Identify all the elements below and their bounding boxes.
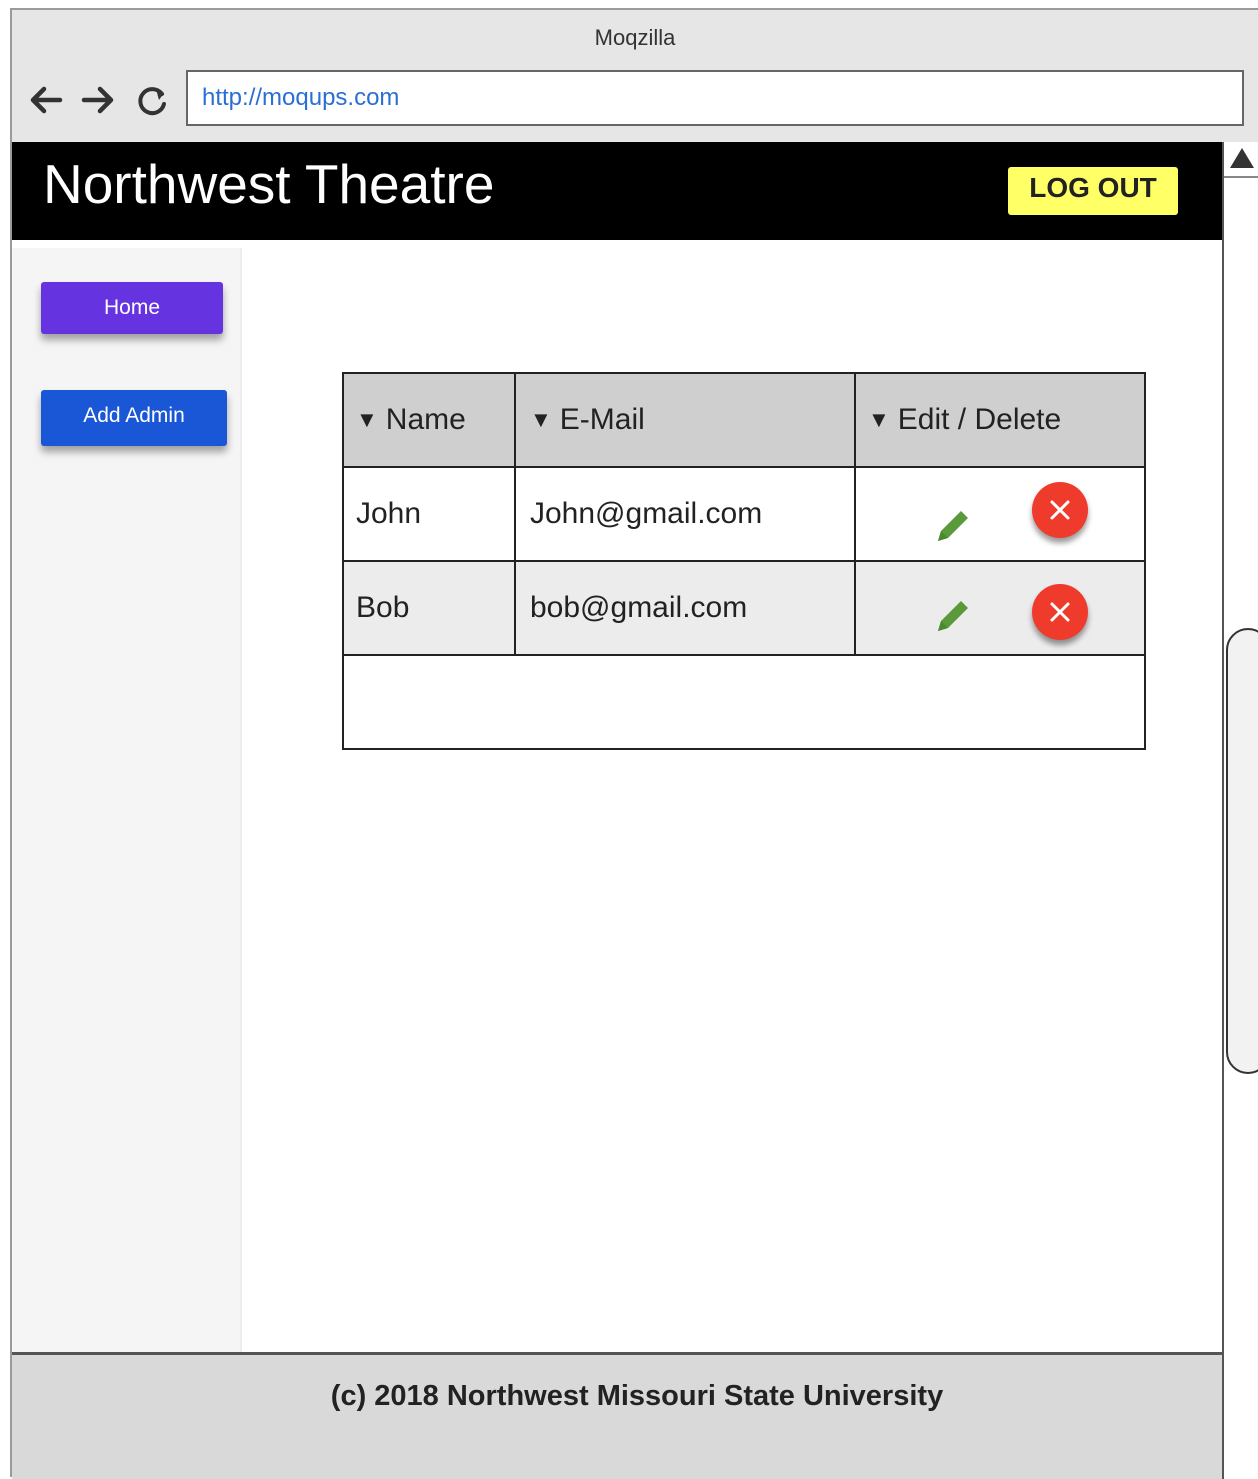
actions-cell <box>856 468 1144 560</box>
sidebar-item-home[interactable]: Home <box>41 282 223 334</box>
page-viewport: Northwest Theatre LOG OUT Home Add Admin… <box>12 142 1222 1479</box>
column-label: Edit / Delete <box>897 403 1062 436</box>
url-field[interactable]: http://moqups.com <box>186 70 1244 126</box>
table-row: Bob bob@gmail.com <box>344 562 1144 656</box>
arrow-left-icon[interactable] <box>26 80 66 120</box>
column-label: Name <box>385 403 466 436</box>
close-circle-icon[interactable] <box>1032 584 1088 640</box>
vertical-scrollbar[interactable] <box>1222 142 1258 1479</box>
column-label: E-Mail <box>559 403 645 436</box>
email-cell: John@gmail.com <box>516 468 856 560</box>
pencil-icon[interactable] <box>930 494 976 541</box>
arrow-right-icon[interactable] <box>78 80 118 120</box>
admin-table: ▼ Name ▼ E-Mail ▼ Edit / Delete John John@g… <box>342 372 1146 750</box>
sidebar: Home Add Admin <box>12 248 242 1352</box>
browser-window: Moqzilla http://moqups.com Northwest The… <box>10 8 1258 1479</box>
site-title: Northwest Theatre <box>43 153 495 215</box>
site-footer: (c) 2018 Northwest Missouri State Univer… <box>12 1352 1222 1479</box>
column-header-email[interactable]: ▼ E-Mail <box>516 374 856 466</box>
arrow-up-icon <box>1230 148 1254 168</box>
sort-down-icon: ▼ <box>530 407 552 432</box>
table-header-row: ▼ Name ▼ E-Mail ▼ Edit / Delete <box>344 374 1144 468</box>
pencil-icon[interactable] <box>930 584 976 631</box>
window-title: Moqzilla <box>594 25 676 50</box>
copyright-text: (c) 2018 Northwest Missouri State Univer… <box>330 1380 944 1412</box>
name-cell: Bob <box>344 562 516 654</box>
email-cell: bob@gmail.com <box>516 562 856 654</box>
sort-down-icon: ▼ <box>356 407 378 432</box>
site-header: Northwest Theatre LOG OUT <box>12 142 1222 240</box>
column-header-edit-delete[interactable]: ▼ Edit / Delete <box>856 374 1144 466</box>
table-row: John John@gmail.com <box>344 468 1144 562</box>
scroll-thumb[interactable] <box>1226 628 1258 1074</box>
actions-cell <box>856 562 1144 654</box>
scroll-up-button[interactable] <box>1224 142 1258 178</box>
sidebar-item-add-admin[interactable]: Add Admin <box>41 390 227 446</box>
name-cell: John <box>344 468 516 560</box>
column-header-name[interactable]: ▼ Name <box>344 374 516 466</box>
logout-button[interactable]: LOG OUT <box>1008 167 1178 215</box>
close-circle-icon[interactable] <box>1032 482 1088 538</box>
reload-icon[interactable] <box>132 80 172 120</box>
sort-down-icon: ▼ <box>868 407 890 432</box>
browser-navbar: http://moqups.com <box>12 66 1258 142</box>
